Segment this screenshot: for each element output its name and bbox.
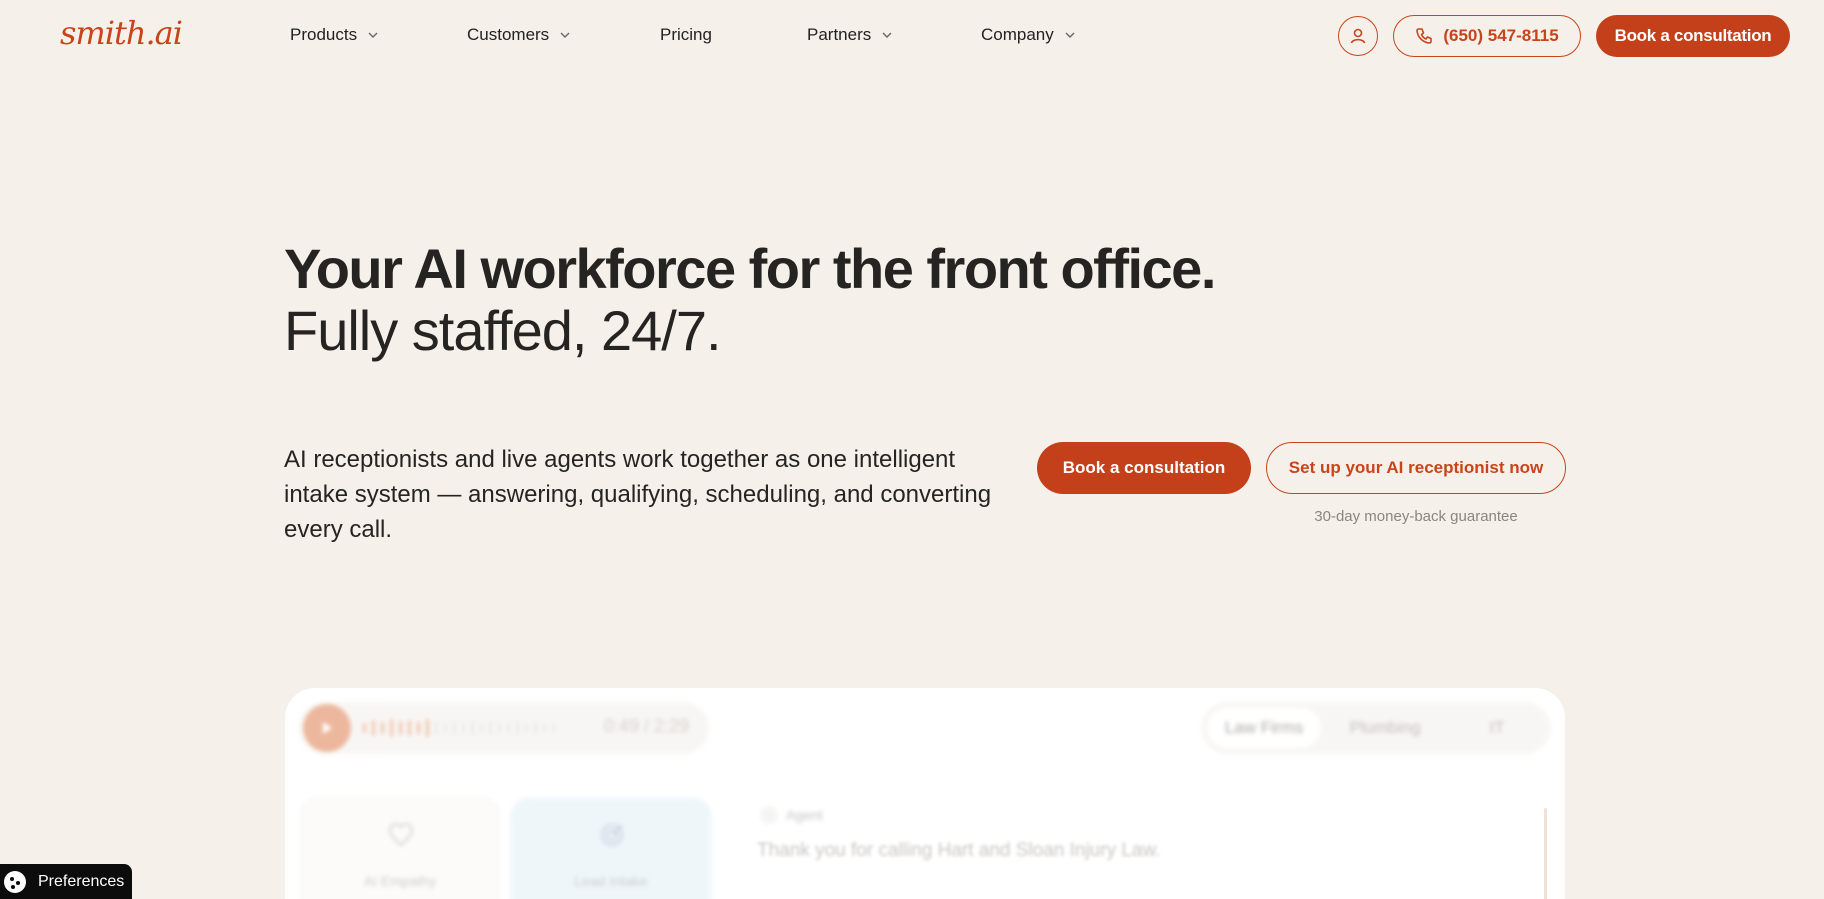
- book-consultation-nav-button[interactable]: Book a consultation: [1596, 15, 1790, 57]
- agent-avatar: [760, 806, 778, 824]
- chevron-down-icon: [560, 32, 570, 38]
- phone-button[interactable]: (650) 547-8115: [1393, 15, 1581, 57]
- page: smith.ai Products Customers Pricing Part…: [0, 0, 1824, 899]
- chevron-down-icon: [368, 32, 378, 38]
- hero-lead: AI receptionists and live agents work to…: [284, 446, 992, 543]
- feature-lead-intake[interactable]: Lead Intake: [511, 798, 711, 899]
- hero-title: Your AI workforce for the front office.: [284, 237, 1216, 300]
- preferences-button[interactable]: Preferences: [0, 864, 132, 899]
- play-button[interactable]: [303, 704, 351, 752]
- account-button[interactable]: [1338, 16, 1378, 56]
- nav-products-label: Products: [290, 25, 358, 44]
- transcript-line: Thank you for calling Hart and Sloan Inj…: [757, 840, 1161, 861]
- tab-law-firms[interactable]: Law Firms: [1207, 708, 1321, 748]
- book-consultation-button[interactable]: Book a consultation: [1037, 442, 1251, 494]
- top-nav: smith.ai Products Customers Pricing Part…: [0, 0, 1824, 74]
- nav-customers-label: Customers: [467, 25, 550, 44]
- audio-time: 0:49 / 2:29: [603, 716, 689, 736]
- nav-partners[interactable]: Partners: [807, 25, 893, 45]
- play-icon: [323, 722, 332, 734]
- feature-label: AI Empathy: [363, 873, 437, 889]
- phone-icon: [1416, 28, 1433, 44]
- setup-ai-receptionist-button[interactable]: Set up your AI receptionist now: [1266, 442, 1566, 494]
- nav-products[interactable]: Products: [290, 25, 379, 45]
- nav-company-label: Company: [981, 25, 1054, 44]
- speaker-label: Agent: [786, 807, 823, 823]
- chevron-down-icon: [882, 32, 892, 38]
- guarantee-note: 30-day money-back guarantee: [1314, 508, 1518, 525]
- cookie-icon: [4, 871, 26, 893]
- nav-company[interactable]: Company: [981, 25, 1076, 45]
- feature-ai-empathy[interactable]: AI Empathy: [300, 798, 500, 899]
- tab-plumbing[interactable]: Plumbing: [1327, 708, 1443, 748]
- nav-pricing[interactable]: Pricing: [660, 25, 712, 45]
- audio-player[interactable]: 0:49 / 2:29: [299, 702, 709, 754]
- target-icon: [601, 824, 623, 846]
- demo-card: 0:49 / 2:29 Law Firms Plumbing IT AI Emp…: [285, 688, 1565, 899]
- industry-tabs: Law Firms Plumbing IT: [1201, 702, 1551, 754]
- smith-ai-logo[interactable]: smith.ai: [60, 14, 183, 52]
- nav-partners-label: Partners: [807, 25, 872, 44]
- nav-customers[interactable]: Customers: [467, 25, 571, 45]
- heart-icon: [389, 823, 413, 847]
- transcript-scrollbar[interactable]: [1544, 808, 1547, 899]
- nav-pricing-label: Pricing: [660, 25, 712, 44]
- feature-label: Lead Intake: [574, 873, 648, 889]
- tab-it[interactable]: IT: [1449, 708, 1545, 748]
- hero-subtitle: Fully staffed, 24/7.: [284, 299, 722, 362]
- preferences-label: Preferences: [38, 873, 125, 890]
- audio-waveform: [363, 716, 555, 740]
- speaker-tag: Agent: [760, 806, 823, 824]
- user-icon: [1350, 28, 1366, 44]
- phone-number: (650) 547-8115: [1443, 26, 1559, 45]
- chevron-down-icon: [1065, 32, 1075, 38]
